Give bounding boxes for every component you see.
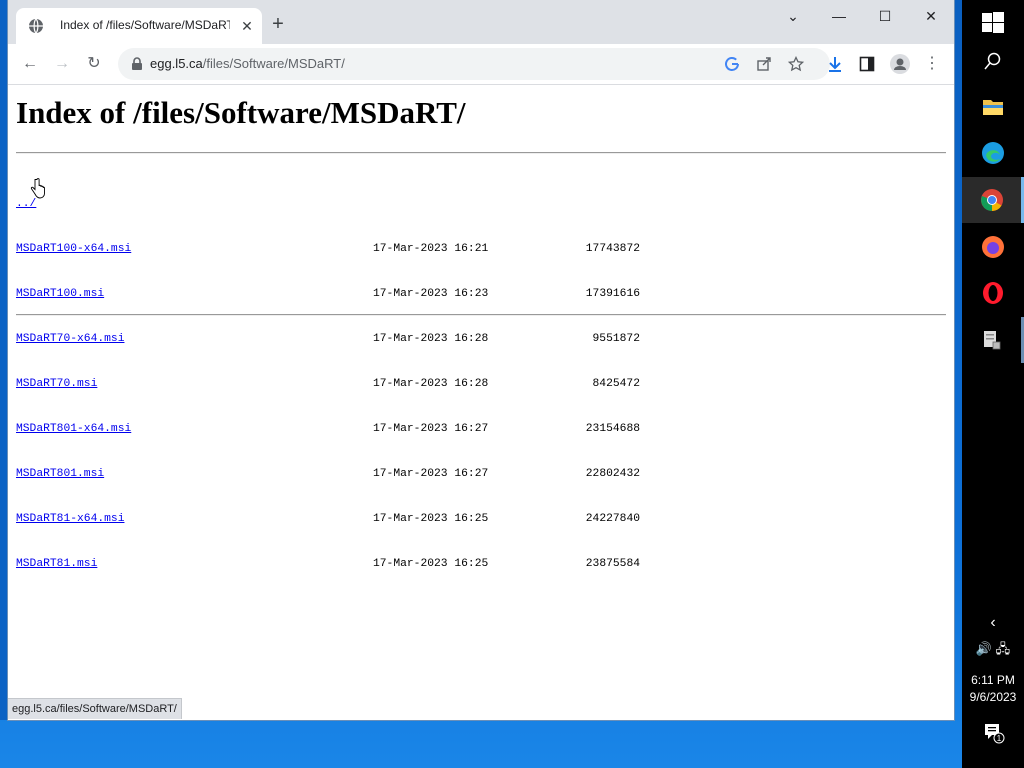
file-date: 17-Mar-2023 16:25 [373, 558, 489, 570]
browser-window: Index of /files/Software/MSDaRT/ ✕ + ⌄ —… [8, 0, 954, 720]
tab-close-icon[interactable]: ✕ [238, 17, 256, 35]
taskbar-document-app[interactable] [962, 317, 1024, 363]
close-window-icon[interactable]: ✕ [916, 6, 946, 26]
file-size: 23154688 [585, 423, 640, 435]
file-row: MSDaRT81-x64.msi 17-Mar-2023 16:25 2422784… [16, 512, 656, 527]
file-size: 23875584 [585, 558, 640, 570]
file-link[interactable]: MSDaRT70.msi [16, 377, 97, 392]
taskbar-search[interactable] [962, 38, 1024, 84]
file-size: 17391616 [585, 288, 640, 300]
menu-kebab-icon[interactable]: ⋮ [922, 54, 942, 74]
url-host: egg.l5.ca [150, 56, 203, 71]
browser-tab[interactable]: Index of /files/Software/MSDaRT/ ✕ [16, 8, 262, 44]
parent-row: ../ [16, 197, 656, 212]
show-hidden-icons-icon[interactable]: ‹ [962, 614, 1024, 632]
download-icon[interactable] [826, 55, 844, 73]
file-link[interactable]: MSDaRT100.msi [16, 287, 104, 302]
bottom-divider [16, 314, 946, 316]
file-date: 17-Mar-2023 16:23 [373, 288, 489, 300]
browser-toolbar: ← → ↻ egg.l5.ca/files/Software/MSDaRT/ ⋮ [8, 44, 954, 85]
taskbar-chrome[interactable] [962, 177, 1024, 223]
file-listing: ../ MSDaRT100-x64.msi 17-Mar-2023 16:21 17… [16, 167, 656, 602]
search-icon [984, 52, 1001, 70]
file-row: MSDaRT70.msi 17-Mar-2023 16:28 8425472 [16, 377, 656, 392]
clock-date[interactable]: 9/6/2023 [962, 690, 1024, 704]
status-bubble: egg.l5.ca/files/Software/MSDaRT/ [8, 698, 182, 719]
file-row: MSDaRT100-x64.msi 17-Mar-2023 16:21 177438… [16, 242, 656, 257]
file-link[interactable]: MSDaRT81.msi [16, 557, 97, 572]
file-size: 9551872 [592, 333, 640, 345]
file-date: 17-Mar-2023 16:28 [373, 378, 489, 390]
url-path: /files/Software/MSDaRT/ [202, 56, 345, 71]
bookmark-star-icon[interactable] [788, 56, 804, 72]
tray-icons[interactable]: 🔊 🖧 [962, 640, 1024, 662]
file-date: 17-Mar-2023 16:27 [373, 468, 489, 480]
chrome-icon [980, 189, 1003, 211]
windows-taskbar: ‹ 🔊 🖧 6:11 PM 9/6/2023 1 [962, 0, 1024, 768]
file-row: MSDaRT70-x64.msi 17-Mar-2023 16:28 9551872 [16, 332, 656, 347]
profile-avatar-icon[interactable] [890, 54, 910, 74]
file-date: 17-Mar-2023 16:27 [373, 423, 489, 435]
lock-icon[interactable] [130, 57, 144, 71]
file-size: 22802432 [585, 468, 640, 480]
minimize-icon[interactable]: — [824, 6, 854, 26]
firefox-icon [982, 236, 1004, 258]
share-icon[interactable] [756, 56, 772, 72]
maximize-icon[interactable]: ☐ [870, 6, 900, 26]
notification-count: 1 [997, 734, 1002, 743]
new-tab-icon[interactable]: + [268, 14, 288, 34]
file-link[interactable]: MSDaRT81-x64.msi [16, 512, 124, 527]
file-size: 17743872 [585, 243, 640, 255]
clock-time[interactable]: 6:11 PM [962, 673, 1024, 687]
notification-icon: 1 [985, 724, 1005, 744]
file-link[interactable]: MSDaRT801-x64.msi [16, 422, 131, 437]
globe-icon [29, 18, 43, 34]
volume-icon[interactable]: 🔊 [976, 641, 992, 656]
file-size: 8425472 [592, 378, 640, 390]
taskbar-edge[interactable] [962, 130, 1024, 176]
desktop-edge [0, 0, 8, 720]
taskbar-firefox[interactable] [962, 224, 1024, 270]
edge-icon [982, 142, 1004, 164]
page-content: Index of /files/Software/MSDaRT/ ../ MSD… [8, 85, 954, 720]
top-divider [16, 152, 946, 154]
file-row: MSDaRT81.msi 17-Mar-2023 16:25 23875584 [16, 557, 656, 572]
tab-strip: Index of /files/Software/MSDaRT/ ✕ + ⌄ —… [8, 0, 954, 44]
google-lens-icon[interactable] [724, 56, 740, 72]
file-explorer-icon [983, 100, 1003, 115]
file-link[interactable]: MSDaRT100-x64.msi [16, 242, 131, 257]
file-date: 17-Mar-2023 16:28 [373, 333, 489, 345]
network-icon[interactable]: 🖧 [996, 641, 1011, 656]
taskbar-opera[interactable] [962, 270, 1024, 316]
opera-icon [983, 282, 1003, 304]
address-bar[interactable]: egg.l5.ca/files/Software/MSDaRT/ [118, 48, 830, 80]
taskbar-file-explorer[interactable] [962, 84, 1024, 130]
file-link[interactable]: MSDaRT70-x64.msi [16, 332, 124, 347]
file-row: MSDaRT801-x64.msi 17-Mar-2023 16:27 231546… [16, 422, 656, 437]
action-center-button[interactable]: 1 [962, 722, 1024, 744]
reload-icon[interactable]: ↻ [84, 54, 104, 74]
tab-search-icon[interactable]: ⌄ [778, 6, 808, 26]
file-size: 24227840 [585, 513, 640, 525]
file-link[interactable]: MSDaRT801.msi [16, 467, 104, 482]
back-icon[interactable]: ← [20, 54, 40, 74]
file-date: 17-Mar-2023 16:21 [373, 243, 489, 255]
forward-icon[interactable]: → [52, 54, 72, 74]
url-text[interactable]: egg.l5.ca/files/Software/MSDaRT/ [150, 56, 345, 71]
tab-title: Index of /files/Software/MSDaRT/ [60, 18, 230, 32]
file-date: 17-Mar-2023 16:25 [373, 513, 489, 525]
file-row: MSDaRT801.msi 17-Mar-2023 16:27 22802432 [16, 467, 656, 482]
hand-cursor-icon [30, 178, 45, 199]
page-title: Index of /files/Software/MSDaRT/ [16, 95, 466, 130]
side-panel-icon[interactable] [859, 56, 875, 72]
file-row: MSDaRT100.msi 17-Mar-2023 16:23 17391616 [16, 287, 656, 302]
windows-start-icon [982, 12, 1004, 33]
document-app-icon [983, 331, 1000, 350]
